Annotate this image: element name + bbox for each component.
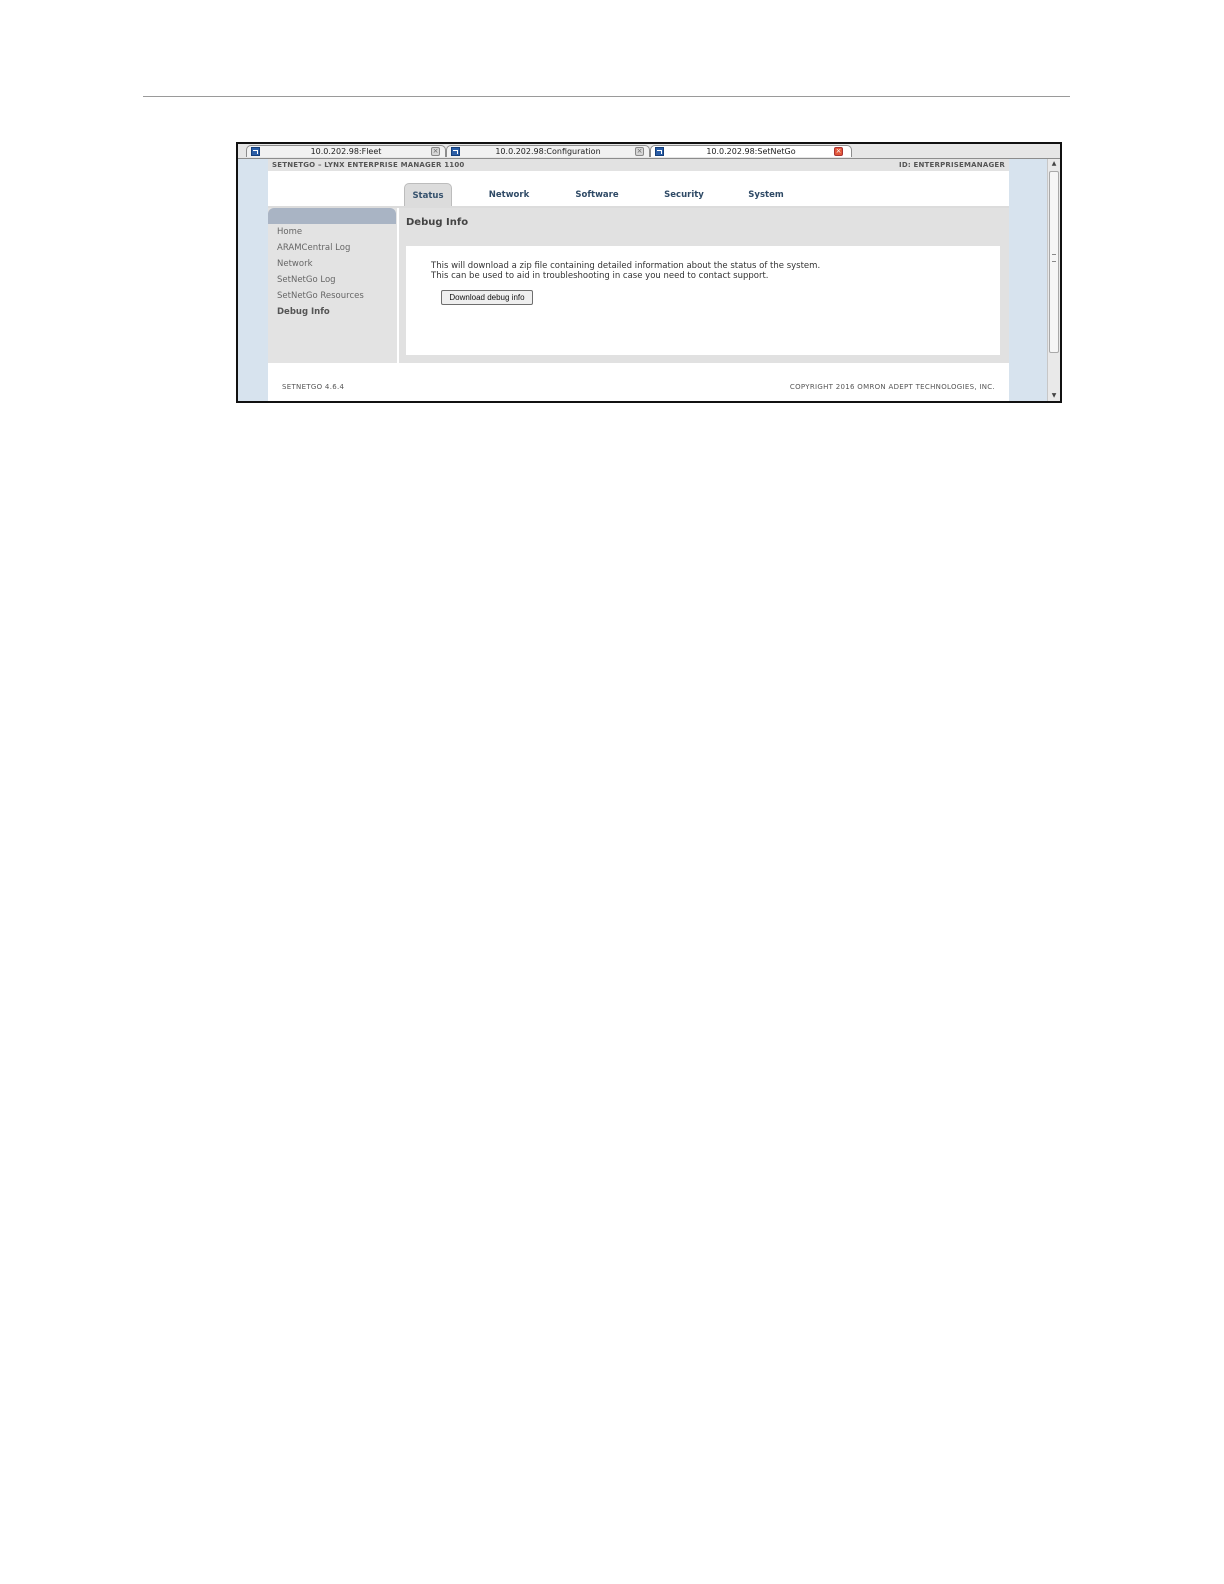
page-header-rule <box>143 96 1070 97</box>
main-panel: Debug Info This will download a zip file… <box>399 208 1009 363</box>
footer-version: SETNETGO 4.6.4 <box>282 383 345 391</box>
download-debug-info-button[interactable]: Download debug info <box>441 290 533 305</box>
grip-icon <box>1052 254 1056 262</box>
app-header: SETNETGO – LYNX ENTERPRISE MANAGER 1100 … <box>268 159 1009 171</box>
browser-tab-strip: 10.0.202.98:Fleet × 10.0.202.98:Configur… <box>238 144 1060 159</box>
setnetgo-app: SETNETGO – LYNX ENTERPRISE MANAGER 1100 … <box>268 159 1009 401</box>
close-icon[interactable]: × <box>635 147 644 156</box>
sidebar-item-aramcentral-log[interactable]: ARAMCentral Log <box>277 242 350 254</box>
tab-security[interactable]: Security <box>656 183 712 207</box>
browser-tab-setnetgo[interactable]: 10.0.202.98:SetNetGo × <box>650 145 852 157</box>
browser-tab-fleet[interactable]: 10.0.202.98:Fleet × <box>246 145 446 157</box>
description-line-2: This can be used to aid in troubleshooti… <box>431 270 769 281</box>
sidebar-item-network[interactable]: Network <box>277 258 313 270</box>
page-title: Debug Info <box>406 217 469 228</box>
tab-system[interactable]: System <box>740 183 792 207</box>
tab-status[interactable]: Status <box>404 183 452 207</box>
sidebar-header <box>268 208 396 224</box>
sidebar: Home ARAMCentral Log Network SetNetGo Lo… <box>268 208 397 363</box>
close-icon[interactable]: × <box>834 147 843 156</box>
tab-network[interactable]: Network <box>480 183 538 207</box>
arrow-up-icon[interactable]: ▲ <box>1048 159 1060 169</box>
scrollbar-thumb[interactable] <box>1049 171 1059 353</box>
vertical-scrollbar[interactable]: ▲ ▼ <box>1047 159 1060 401</box>
close-icon[interactable]: × <box>431 147 440 156</box>
app-footer: SETNETGO 4.6.4 COPYRIGHT 2016 OMRON ADEP… <box>268 363 1009 401</box>
footer-copyright: COPYRIGHT 2016 OMRON ADEPT TECHNOLOGIES,… <box>789 383 995 391</box>
browser-screenshot: 10.0.202.98:Fleet × 10.0.202.98:Configur… <box>236 142 1062 403</box>
content-box: This will download a zip file containing… <box>406 246 1000 355</box>
app-title: SETNETGO – LYNX ENTERPRISE MANAGER 1100 <box>272 161 465 169</box>
tab-software[interactable]: Software <box>566 183 628 207</box>
browser-tab-title: 10.0.202.98:Fleet <box>310 147 382 156</box>
sidebar-item-home[interactable]: Home <box>277 226 302 238</box>
sidebar-item-debug-info[interactable]: Debug Info <box>277 306 330 318</box>
main-nav: Status Network Software Security System <box>268 183 1009 207</box>
arrow-down-icon[interactable]: ▼ <box>1048 391 1060 401</box>
sidebar-item-setnetgo-resources[interactable]: SetNetGo Resources <box>277 290 364 302</box>
description: This will download a zip file containing… <box>431 261 820 281</box>
browser-tab-configuration[interactable]: 10.0.202.98:Configuration × <box>446 145 650 157</box>
browser-tab-title: 10.0.202.98:Configuration <box>495 147 601 156</box>
sidebar-item-setnetgo-log[interactable]: SetNetGo Log <box>277 274 336 286</box>
device-id: ID: ENTERPRISEMANAGER <box>899 161 1005 169</box>
browser-tab-title: 10.0.202.98:SetNetGo <box>706 147 796 156</box>
